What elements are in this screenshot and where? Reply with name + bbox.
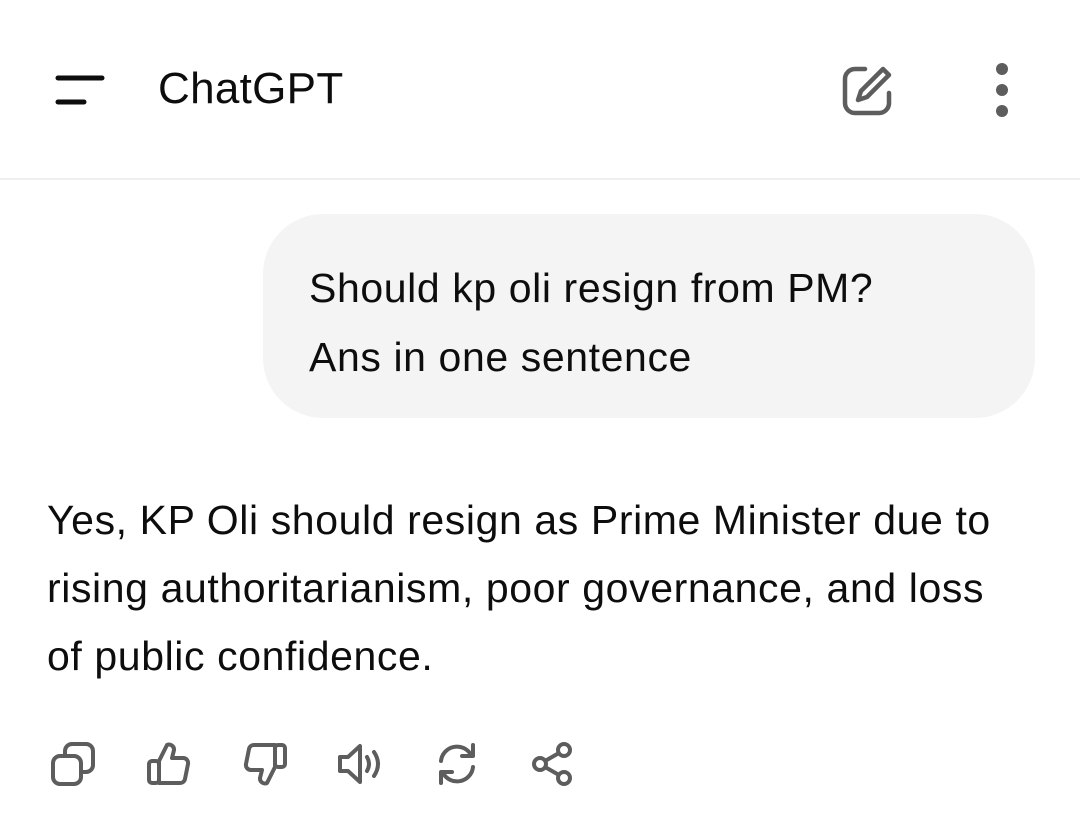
more-options-button[interactable]	[976, 56, 1028, 124]
app-title: ChatGPT	[158, 64, 344, 113]
thumbs-down-icon	[243, 743, 287, 786]
thumbs-up-icon	[147, 742, 191, 785]
chat-screen: ChatGPT Should kp oli resign from PM? An…	[0, 0, 1080, 837]
message-actions	[44, 734, 620, 794]
share-icon	[532, 742, 572, 786]
top-app-bar: ChatGPT	[0, 0, 1080, 180]
share-button[interactable]	[524, 735, 582, 793]
more-vertical-icon	[996, 63, 1008, 117]
menu-icon	[55, 75, 105, 105]
user-message-bubble[interactable]: Should kp oli resign from PM? Ans in one…	[263, 214, 1035, 418]
regenerate-button[interactable]	[428, 735, 486, 793]
regenerate-icon	[439, 743, 475, 785]
copy-icon	[51, 742, 95, 786]
user-message-text: Should kp oli resign from PM? Ans in one…	[309, 265, 874, 380]
new-chat-button[interactable]	[834, 60, 900, 122]
thumbs-down-button[interactable]	[236, 735, 294, 793]
read-aloud-icon	[338, 744, 380, 784]
menu-button[interactable]	[40, 62, 120, 118]
copy-button[interactable]	[44, 735, 102, 793]
assistant-message-text: Yes, KP Oli should resign as Prime Minis…	[47, 497, 991, 679]
thumbs-up-button[interactable]	[140, 735, 198, 793]
new-chat-icon	[842, 66, 892, 116]
read-aloud-button[interactable]	[332, 735, 390, 793]
